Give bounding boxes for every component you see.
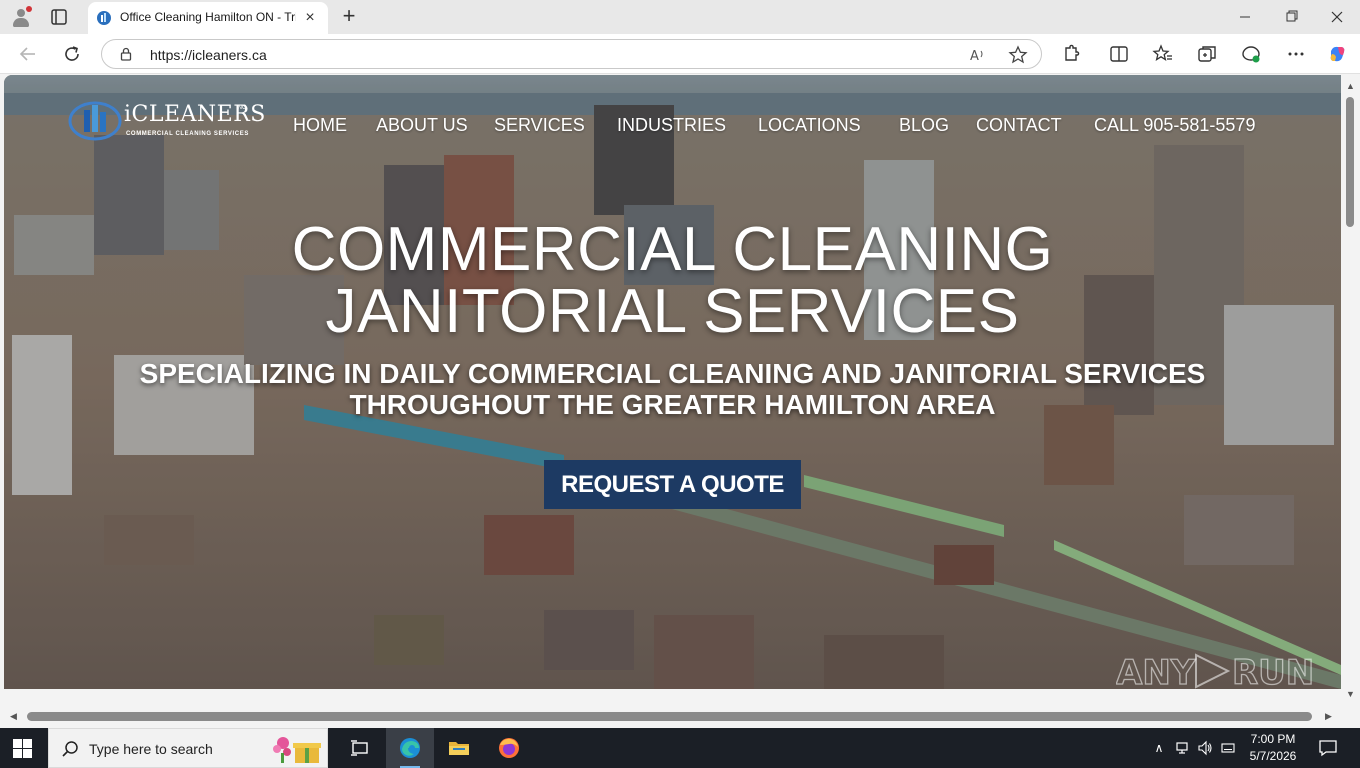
nav-blog[interactable]: BLOG bbox=[899, 115, 949, 136]
keyboard-input-icon[interactable] bbox=[1220, 740, 1236, 756]
read-aloud-icon[interactable]: A bbox=[968, 45, 988, 65]
svg-text:A: A bbox=[970, 49, 979, 64]
browser-tabstrip: Office Cleaning Hamilton ON - Tri × + bbox=[0, 0, 1360, 34]
horizontal-scrollbar[interactable]: ◀ ▶ bbox=[4, 707, 1341, 726]
svg-text:RUN: RUN bbox=[1232, 653, 1314, 689]
tab-close-icon[interactable]: × bbox=[302, 10, 318, 26]
window-restore-button[interactable] bbox=[1268, 4, 1314, 30]
hero-subtitle: SPECIALIZING IN DAILY COMMERCIAL CLEANIN… bbox=[4, 358, 1341, 420]
task-view-icon bbox=[351, 740, 368, 756]
notifications-icon[interactable] bbox=[1318, 739, 1338, 757]
more-options-icon[interactable] bbox=[1285, 43, 1307, 65]
profile-avatar-icon[interactable] bbox=[10, 6, 32, 28]
edge-browser-icon bbox=[400, 738, 420, 758]
nav-services[interactable]: SERVICES bbox=[494, 115, 585, 136]
window-close-button[interactable] bbox=[1314, 4, 1360, 30]
hero-title: COMMERCIAL CLEANING JANITORIAL SERVICES bbox=[4, 219, 1341, 343]
address-bar[interactable]: https://icleaners.ca A bbox=[101, 39, 1042, 69]
request-quote-button[interactable]: REQUEST A QUOTE bbox=[544, 460, 801, 509]
vertical-scroll-thumb[interactable] bbox=[1346, 97, 1354, 227]
scroll-up-arrow-icon[interactable]: ▲ bbox=[1346, 81, 1355, 91]
vertical-scrollbar[interactable]: ▲ ▼ bbox=[1341, 75, 1360, 705]
favorites-icon[interactable] bbox=[1152, 43, 1174, 65]
scroll-right-arrow-icon[interactable]: ▶ bbox=[1325, 711, 1332, 722]
hero-subtitle-line1: SPECIALIZING IN DAILY COMMERCIAL CLEANIN… bbox=[139, 358, 1206, 389]
windows-start-icon[interactable] bbox=[13, 739, 32, 758]
search-highlight-gift-icon bbox=[273, 737, 321, 763]
taskbar-firefox-app[interactable] bbox=[485, 728, 533, 768]
hero-subtitle-line2: THROUGHOUT THE GREATER HAMILTON AREA bbox=[349, 389, 996, 420]
clock-time: 7:00 PM bbox=[1250, 732, 1296, 746]
browser-tab-active[interactable]: Office Cleaning Hamilton ON - Tri × bbox=[88, 2, 328, 34]
hero-title-line1: COMMERCIAL CLEANING bbox=[291, 215, 1054, 284]
horizontal-scroll-thumb[interactable] bbox=[27, 712, 1312, 721]
show-hidden-icons-chevron-icon[interactable]: ∧ bbox=[1151, 740, 1167, 756]
new-tab-icon[interactable]: + bbox=[338, 5, 360, 27]
nav-home[interactable]: HOME bbox=[293, 115, 347, 136]
favorite-star-icon[interactable] bbox=[1008, 45, 1028, 65]
network-icon[interactable] bbox=[1174, 740, 1190, 756]
url-text[interactable]: https://icleaners.ca bbox=[150, 47, 267, 63]
taskbar-file-explorer-app[interactable] bbox=[435, 728, 483, 768]
taskbar-clock[interactable]: 7:00 PM 5/7/2026 bbox=[1240, 731, 1306, 765]
split-screen-icon[interactable] bbox=[1108, 43, 1130, 65]
lock-icon[interactable] bbox=[119, 47, 133, 61]
windows-taskbar: Type here to search ∧ 7:00 PM 5/7/2026 bbox=[0, 728, 1360, 768]
scroll-down-arrow-icon[interactable]: ▼ bbox=[1346, 689, 1355, 699]
back-arrow-icon[interactable] bbox=[17, 43, 39, 65]
file-explorer-icon bbox=[449, 742, 469, 755]
firefox-icon bbox=[499, 738, 519, 758]
collections-icon[interactable] bbox=[1196, 43, 1218, 65]
nav-locations[interactable]: LOCATIONS bbox=[758, 115, 861, 136]
copilot-icon[interactable] bbox=[1327, 43, 1349, 65]
tab-title: Office Cleaning Hamilton ON - Tri bbox=[120, 10, 296, 24]
volume-icon[interactable] bbox=[1197, 740, 1213, 756]
nav-about-us[interactable]: ABOUT US bbox=[376, 115, 468, 136]
scroll-left-arrow-icon[interactable]: ◀ bbox=[10, 711, 17, 722]
main-navigation: HOME ABOUT US SERVICES INDUSTRIES LOCATI… bbox=[4, 115, 1341, 141]
search-icon bbox=[62, 741, 78, 757]
site-favicon-icon bbox=[97, 11, 111, 25]
browser-toolbar: https://icleaners.ca A bbox=[0, 34, 1360, 74]
svg-text:ANY: ANY bbox=[1116, 653, 1196, 689]
page-viewport: iCLEANERS INC. COMMERCIAL CLEANING SERVI… bbox=[4, 75, 1341, 689]
browser-essentials-icon[interactable] bbox=[1240, 43, 1262, 65]
anyrun-watermark-logo: ANY RUN bbox=[1116, 652, 1315, 689]
nav-contact[interactable]: CONTACT bbox=[976, 115, 1062, 136]
tab-actions-icon[interactable] bbox=[50, 8, 68, 26]
taskbar-edge-app[interactable] bbox=[386, 728, 434, 768]
nav-call-phone[interactable]: CALL 905-581-5579 bbox=[1094, 115, 1255, 136]
search-placeholder: Type here to search bbox=[89, 741, 213, 757]
nav-industries[interactable]: INDUSTRIES bbox=[617, 115, 726, 136]
taskbar-search-box[interactable]: Type here to search bbox=[48, 728, 328, 768]
window-minimize-button[interactable] bbox=[1222, 4, 1268, 30]
extensions-icon[interactable] bbox=[1060, 43, 1082, 65]
task-view-button[interactable] bbox=[336, 728, 384, 768]
reload-icon[interactable] bbox=[61, 43, 83, 65]
clock-date: 5/7/2026 bbox=[1249, 749, 1297, 763]
hero-title-line2: JANITORIAL SERVICES bbox=[325, 277, 1020, 346]
logo-inc-mark: INC. bbox=[236, 105, 248, 111]
